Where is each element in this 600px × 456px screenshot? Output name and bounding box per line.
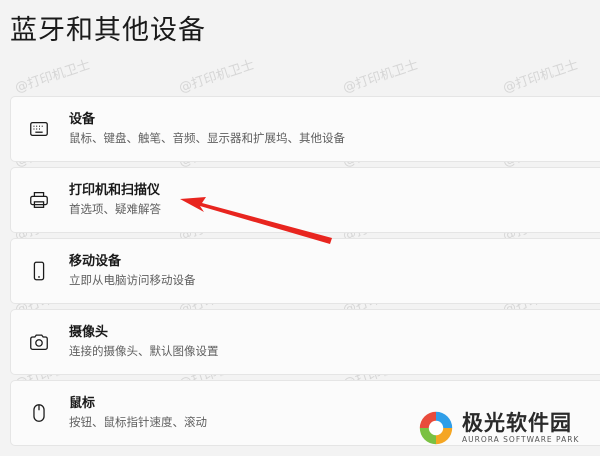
settings-item-devices[interactable]: 设备 鼠标、键盘、触笔、音频、显示器和扩展坞、其他设备 bbox=[10, 96, 600, 162]
page-title: 蓝牙和其他设备 bbox=[10, 15, 206, 46]
settings-item-desc: 鼠标、键盘、触笔、音频、显示器和扩展坞、其他设备 bbox=[69, 131, 345, 145]
logo-name: 极光软件园 bbox=[462, 411, 572, 435]
watermark-text: @打印机卫士 bbox=[501, 57, 581, 97]
settings-item-title: 打印机和扫描仪 bbox=[69, 183, 161, 198]
settings-item-title: 设备 bbox=[69, 112, 96, 127]
settings-item-cameras[interactable]: 摄像头 连接的摄像头、默认图像设置 bbox=[10, 309, 600, 375]
settings-item-title: 鼠标 bbox=[69, 396, 96, 411]
printer-icon bbox=[27, 188, 51, 212]
settings-item-mobile-devices[interactable]: 移动设备 立即从电脑访问移动设备 bbox=[10, 238, 600, 304]
device-settings-list: 设备 鼠标、键盘、触笔、音频、显示器和扩展坞、其他设备 打印机和扫描仪 首选项、… bbox=[10, 96, 600, 451]
settings-item-title: 移动设备 bbox=[69, 254, 122, 269]
mouse-icon bbox=[27, 401, 51, 425]
keyboard-device-icon bbox=[27, 117, 51, 141]
watermark-text: @打印机卫士 bbox=[341, 57, 421, 97]
phone-icon bbox=[27, 259, 51, 283]
brand-logo: 极光软件园 AURORA SOFTWARE PARK bbox=[408, 400, 600, 456]
watermark-text: @打印机卫士 bbox=[13, 57, 93, 97]
settings-item-desc: 首选项、疑难解答 bbox=[69, 202, 161, 216]
settings-item-desc: 连接的摄像头、默认图像设置 bbox=[69, 344, 219, 358]
settings-item-printers-scanners[interactable]: 打印机和扫描仪 首选项、疑难解答 bbox=[10, 167, 600, 233]
settings-item-desc: 按钮、鼠标指针速度、滚动 bbox=[69, 415, 207, 429]
watermark-text: @打印机卫士 bbox=[177, 57, 257, 97]
camera-icon bbox=[27, 330, 51, 354]
settings-item-title: 摄像头 bbox=[69, 325, 109, 340]
settings-item-desc: 立即从电脑访问移动设备 bbox=[69, 273, 196, 287]
logo-subtitle: AURORA SOFTWARE PARK bbox=[462, 435, 580, 444]
aurora-logo-icon bbox=[419, 411, 453, 445]
